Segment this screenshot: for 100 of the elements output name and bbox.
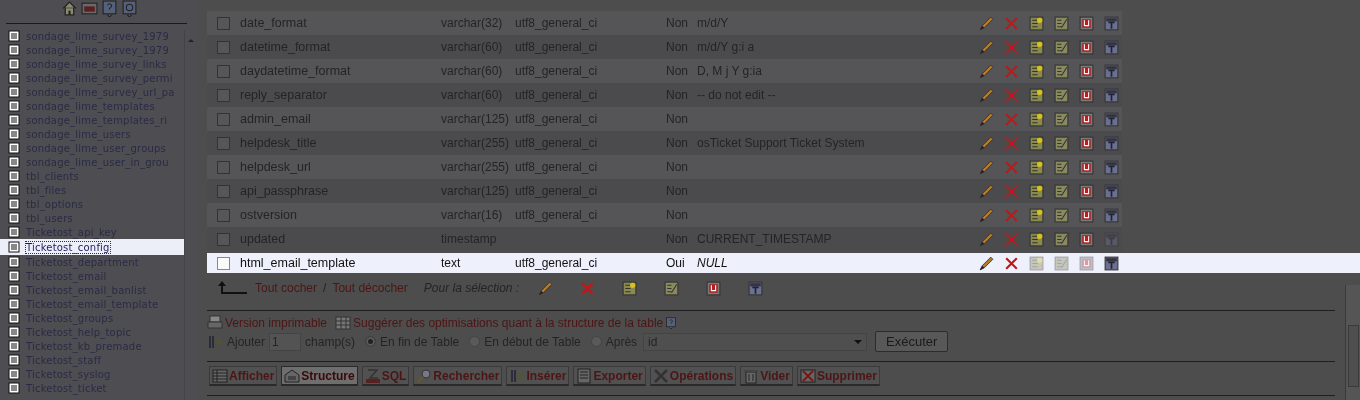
key-table-icon[interactable]	[1028, 206, 1045, 224]
unique-icon[interactable]	[1078, 62, 1095, 80]
table-icon[interactable]	[8, 270, 20, 282]
unique-icon[interactable]	[1078, 230, 1095, 248]
checkbox[interactable]	[217, 136, 230, 150]
index-table-icon[interactable]	[1053, 206, 1070, 224]
checkbox[interactable]	[217, 208, 230, 222]
index-table-icon[interactable]	[1053, 14, 1070, 32]
table-icon[interactable]	[8, 312, 20, 324]
scrollbar[interactable]	[1345, 285, 1360, 400]
key-table-icon[interactable]	[1028, 38, 1045, 56]
index-table-icon[interactable]	[1053, 62, 1070, 80]
check-all-link[interactable]: Tout cocher	[255, 281, 318, 296]
index-table-icon[interactable]	[1053, 230, 1070, 248]
index-table-icon[interactable]	[1053, 254, 1070, 272]
tab[interactable]: Insérer	[506, 366, 570, 387]
table-icon[interactable]	[8, 142, 20, 154]
unique-icon[interactable]	[1078, 158, 1095, 176]
checkbox[interactable]	[217, 64, 230, 78]
pencil-icon[interactable]	[978, 254, 995, 272]
index-table-icon[interactable]	[1053, 38, 1070, 56]
propose-structure-link[interactable]: Suggérer des optimisations quant à la structure de la table	[353, 316, 664, 331]
table-icon[interactable]	[8, 128, 20, 140]
table-icon[interactable]	[8, 256, 20, 268]
table-icon[interactable]	[8, 212, 20, 224]
tab[interactable]: Rechercher	[413, 366, 503, 387]
tab[interactable]: Afficher	[209, 366, 278, 387]
checkbox[interactable]	[217, 232, 230, 246]
table-icon[interactable]	[8, 354, 20, 366]
unique-icon[interactable]	[1078, 38, 1095, 56]
checkbox[interactable]	[217, 256, 230, 270]
key-table-icon[interactable]	[621, 279, 639, 297]
radio-button[interactable]	[365, 336, 377, 348]
printer-icon[interactable]	[207, 315, 223, 332]
unique-icon[interactable]	[1078, 14, 1095, 32]
index-table-icon[interactable]	[1053, 158, 1070, 176]
table-icon[interactable]	[8, 86, 20, 98]
print-view-link[interactable]: Version imprimable	[225, 316, 328, 331]
key-table-icon[interactable]	[1028, 230, 1045, 248]
unique-icon[interactable]	[1078, 110, 1095, 128]
collation-cell-text: utf8_general_ci	[515, 256, 599, 270]
sql-icon[interactable]	[81, 0, 98, 17]
table-icon[interactable]	[8, 368, 20, 380]
help-icon[interactable]	[101, 0, 118, 17]
table-icon[interactable]	[8, 44, 20, 56]
checkbox[interactable]	[217, 88, 230, 102]
table-icon[interactable]	[8, 30, 20, 42]
tab[interactable]: Opérations	[649, 366, 737, 387]
unique-icon[interactable]	[705, 279, 723, 297]
key-table-icon[interactable]	[1028, 182, 1045, 200]
table-icon[interactable]	[8, 226, 20, 238]
unique-icon[interactable]	[1078, 86, 1095, 104]
unique-icon[interactable]	[1078, 206, 1095, 224]
table-icon[interactable]	[8, 100, 20, 112]
table-icon[interactable]	[8, 170, 20, 182]
execute-button[interactable]: Exécuter	[875, 331, 949, 353]
table-icon[interactable]	[8, 198, 20, 210]
checkbox[interactable]	[217, 160, 230, 174]
index-table-icon[interactable]	[1053, 182, 1070, 200]
tab[interactable]: Structure	[281, 366, 358, 387]
table-icon[interactable]	[8, 114, 20, 126]
table-icon[interactable]	[8, 72, 20, 84]
table-row[interactable]: html_email_template text utf8_general_ci Oui NULL	[207, 253, 1360, 273]
table-icon[interactable]	[8, 58, 20, 70]
help-icon[interactable]	[665, 317, 678, 330]
checkbox[interactable]	[217, 40, 230, 54]
checkbox[interactable]	[217, 184, 230, 198]
table-magic-icon[interactable]	[335, 315, 352, 332]
key-table-icon[interactable]	[1028, 158, 1045, 176]
key-table-icon[interactable]	[1028, 62, 1045, 80]
index-table-icon[interactable]	[1053, 134, 1070, 152]
key-table-icon[interactable]	[1028, 14, 1045, 32]
table-icon[interactable]	[8, 184, 20, 196]
document-icon[interactable]	[121, 0, 138, 17]
index-table-icon[interactable]	[1053, 110, 1070, 128]
table-icon[interactable]	[8, 284, 20, 296]
table-icon[interactable]	[8, 241, 20, 253]
index-table-icon[interactable]	[663, 279, 681, 297]
tab[interactable]: Supprimer	[796, 366, 880, 387]
table-icon[interactable]	[8, 382, 20, 394]
checkbox[interactable]	[217, 112, 230, 126]
tab[interactable]: SQL	[361, 366, 410, 387]
table-icon[interactable]	[8, 340, 20, 352]
unique-icon[interactable]	[1078, 134, 1095, 152]
tab[interactable]: Exporter	[573, 366, 646, 387]
table-icon[interactable]	[8, 298, 20, 310]
scrollbar[interactable]	[184, 30, 197, 400]
key-table-icon[interactable]	[1028, 134, 1045, 152]
checkbox[interactable]	[217, 16, 230, 30]
key-table-icon[interactable]	[1028, 110, 1045, 128]
unique-icon[interactable]	[1078, 182, 1095, 200]
key-table-icon[interactable]	[1028, 86, 1045, 104]
home-icon[interactable]	[61, 0, 78, 17]
tab[interactable]: Vider	[740, 366, 793, 387]
table-icon[interactable]	[8, 156, 20, 168]
table-icon[interactable]	[8, 326, 20, 338]
fulltext-icon[interactable]	[1103, 254, 1120, 272]
uncheck-all-link[interactable]: Tout décocher	[332, 281, 408, 296]
type-cell-text: text	[441, 256, 462, 270]
index-table-icon[interactable]	[1053, 86, 1070, 104]
